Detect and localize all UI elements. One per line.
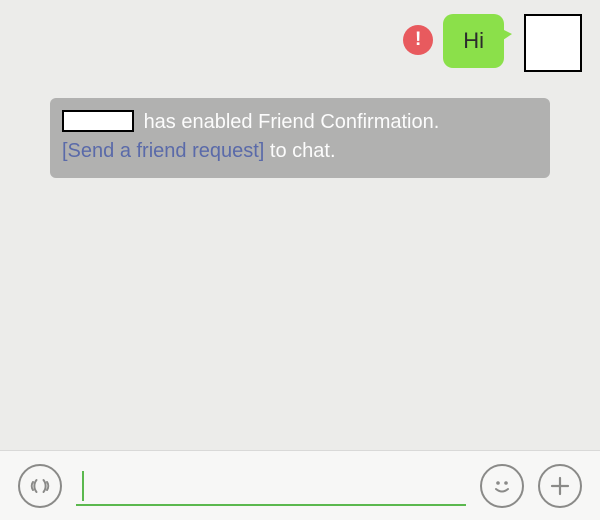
voice-wave-icon (27, 473, 53, 499)
emoji-button[interactable] (480, 464, 524, 508)
message-input[interactable] (76, 464, 466, 508)
text-caret (82, 471, 84, 501)
message-bubble-wrap: Hi (443, 14, 504, 68)
send-friend-request-link[interactable]: [Send a friend request] (62, 140, 264, 162)
voice-input-button[interactable] (18, 464, 62, 508)
chat-area: ! Hi has enabled Friend Confirmation. [S… (0, 0, 600, 450)
banner-text-1: has enabled Friend Confirmation. (144, 111, 440, 133)
friend-confirmation-banner: has enabled Friend Confirmation. [Send a… (50, 98, 550, 178)
avatar[interactable] (524, 14, 582, 72)
plus-icon (548, 474, 572, 498)
banner-line-1: has enabled Friend Confirmation. (62, 108, 538, 137)
smiley-icon (488, 472, 516, 500)
input-bar (0, 450, 600, 520)
send-failed-badge[interactable]: ! (403, 25, 433, 55)
input-underline (76, 504, 466, 506)
alert-icon: ! (415, 29, 421, 51)
redacted-name (62, 110, 134, 132)
add-attachment-button[interactable] (538, 464, 582, 508)
banner-text-2: to chat. (270, 140, 336, 162)
outgoing-message-row: ! Hi (403, 14, 582, 72)
bubble-tail-icon (500, 28, 514, 46)
message-bubble[interactable]: Hi (443, 14, 504, 68)
banner-line-2: [Send a friend request] to chat. (62, 137, 538, 166)
message-text: Hi (463, 28, 484, 53)
